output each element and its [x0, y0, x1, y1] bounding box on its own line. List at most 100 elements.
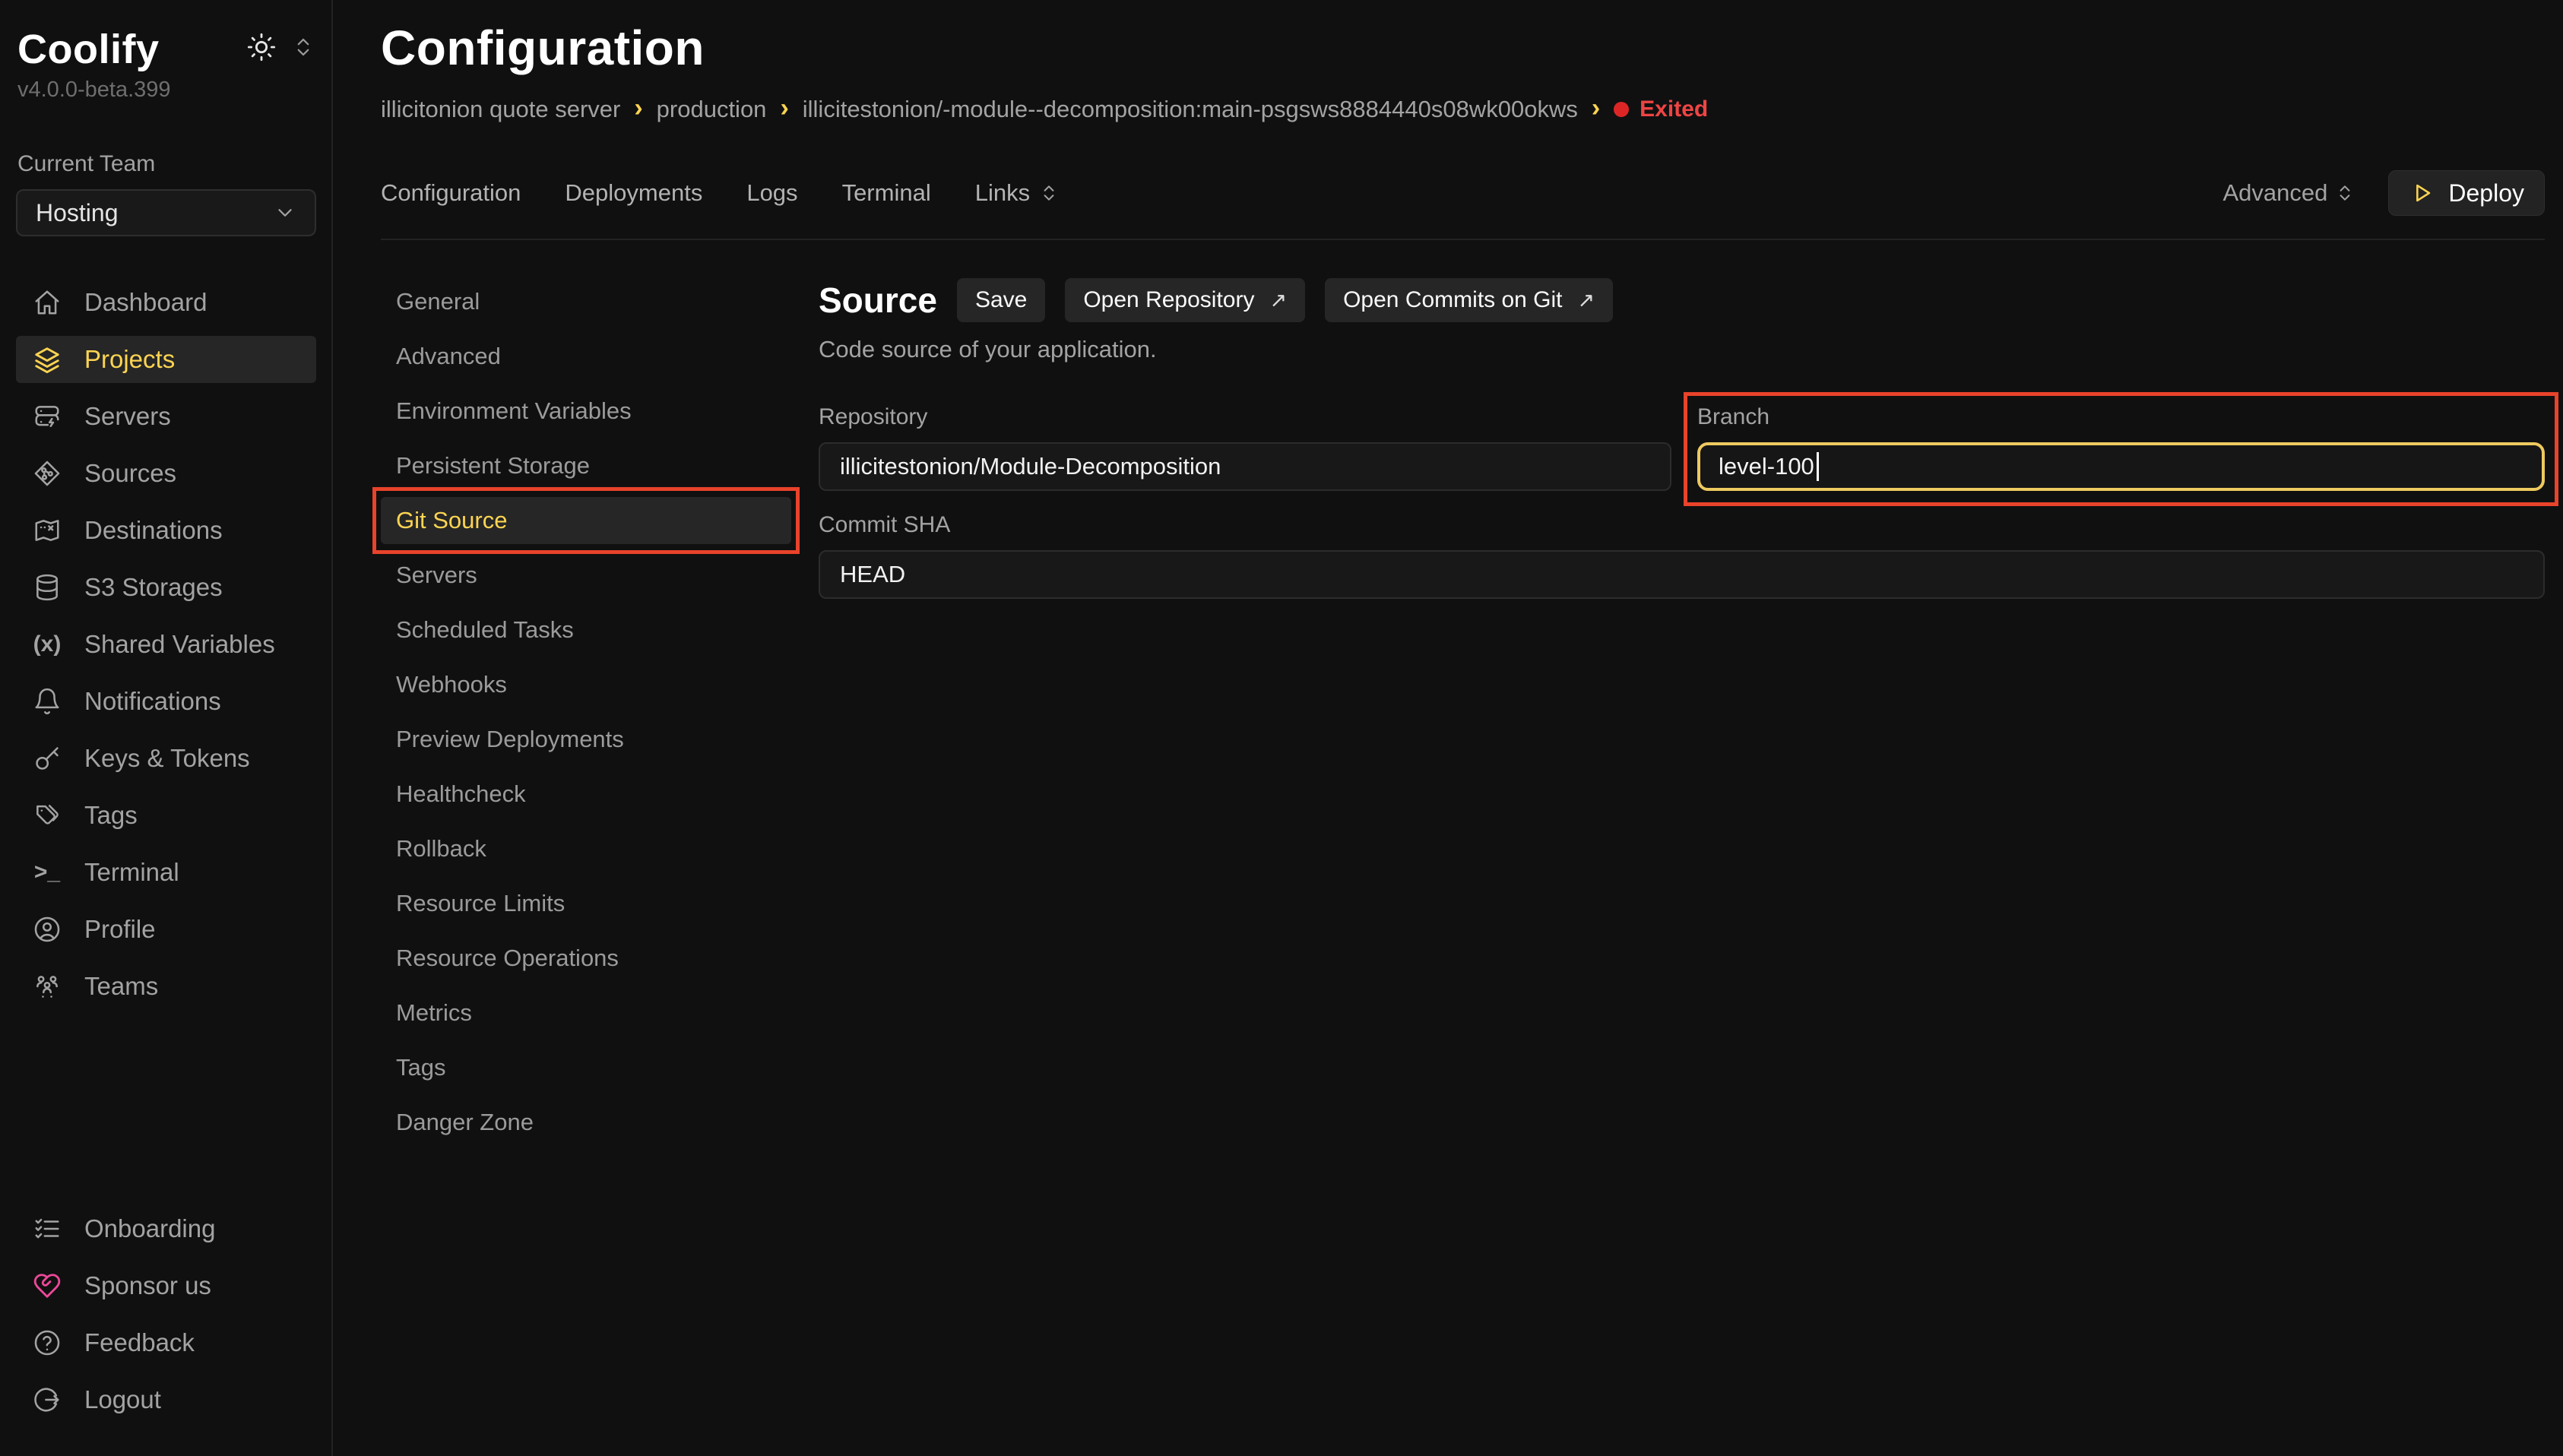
- branch-label: Branch: [1697, 404, 2545, 430]
- subnav-item-resource-limits[interactable]: Resource Limits: [381, 880, 791, 927]
- open-repository-label: Open Repository: [1083, 287, 1254, 313]
- tab-terminal[interactable]: Terminal: [842, 179, 931, 207]
- theme-selector-chevrons-icon[interactable]: [292, 36, 315, 59]
- app-logo[interactable]: Coolify: [17, 26, 160, 73]
- sidebar-item-label: Servers: [84, 402, 171, 431]
- subnav-item-persistent-storage[interactable]: Persistent Storage: [381, 442, 791, 489]
- commit-sha-field: Commit SHA: [819, 512, 2545, 599]
- source-heading: Source: [819, 280, 937, 321]
- sidebar-item-terminal[interactable]: >_ Terminal: [16, 849, 316, 896]
- team-select[interactable]: Hosting: [16, 189, 316, 236]
- external-link-icon: ↗: [1578, 289, 1595, 312]
- sidebar-item-onboarding[interactable]: Onboarding: [16, 1205, 316, 1252]
- subnav-item-healthcheck[interactable]: Healthcheck: [381, 771, 791, 818]
- advanced-toggle[interactable]: Advanced: [2223, 179, 2355, 207]
- theme-sun-icon[interactable]: [246, 32, 277, 62]
- sidebar-item-label: Onboarding: [84, 1214, 215, 1243]
- help-circle-icon: [33, 1328, 62, 1357]
- subnav-item-webhooks[interactable]: Webhooks: [381, 661, 791, 708]
- sidebar-item-label: Sources: [84, 459, 176, 488]
- status-dot-icon: [1614, 102, 1629, 117]
- subnav-item-servers[interactable]: Servers: [381, 552, 791, 599]
- subnav-item-general[interactable]: General: [381, 278, 791, 325]
- source-description: Code source of your application.: [819, 336, 2545, 363]
- sidebar-item-label: Projects: [84, 345, 175, 374]
- open-commits-label: Open Commits on Git: [1343, 287, 1562, 313]
- sidebar-item-projects[interactable]: Projects: [16, 336, 316, 383]
- chevron-down-icon: [274, 201, 296, 224]
- sidebar-item-notifications[interactable]: Notifications: [16, 678, 316, 725]
- subnav-item-metrics[interactable]: Metrics: [381, 989, 791, 1037]
- branch-input[interactable]: level-100: [1697, 442, 2545, 491]
- users-icon: [33, 972, 62, 1001]
- breadcrumb-project[interactable]: illicitonion quote server: [381, 96, 620, 123]
- sidebar-item-s3-storages[interactable]: S3 Storages: [16, 564, 316, 611]
- tab-deployments[interactable]: Deployments: [565, 179, 702, 207]
- open-repository-button[interactable]: Open Repository ↗: [1065, 278, 1305, 322]
- sidebar-item-destinations[interactable]: Destinations: [16, 507, 316, 554]
- sidebar-item-teams[interactable]: Teams: [16, 963, 316, 1010]
- chevrons-up-down-icon: [1039, 183, 1059, 203]
- sidebar-item-label: Dashboard: [84, 288, 207, 317]
- open-commits-button[interactable]: Open Commits on Git ↗: [1325, 278, 1613, 322]
- commit-sha-input[interactable]: [819, 550, 2545, 599]
- play-icon: [2409, 180, 2435, 206]
- chevron-right-icon: ›: [634, 93, 642, 123]
- chevron-right-icon: ›: [1592, 93, 1600, 123]
- subnav-item-environment-variables[interactable]: Environment Variables: [381, 388, 791, 435]
- subnav-item-rollback[interactable]: Rollback: [381, 825, 791, 872]
- tabs-bar: Configuration Deployments Logs Terminal …: [381, 170, 2545, 240]
- terminal-icon: >_: [33, 861, 62, 884]
- deploy-label: Deploy: [2448, 179, 2524, 207]
- sidebar-item-label: Logout: [84, 1385, 161, 1414]
- sidebar-item-profile[interactable]: Profile: [16, 906, 316, 953]
- bell-icon: [33, 687, 62, 716]
- sidebar-item-label: Notifications: [84, 687, 221, 716]
- repository-field: Repository: [819, 404, 1671, 491]
- git-source-panel: Source Save Open Repository ↗ Open Commi…: [819, 278, 2545, 1154]
- advanced-label: Advanced: [2223, 179, 2328, 207]
- status-badge: Exited: [1614, 97, 1708, 122]
- subnav-item-advanced[interactable]: Advanced: [381, 333, 791, 380]
- breadcrumb-environment[interactable]: production: [657, 96, 767, 123]
- sidebar-item-label: Tags: [84, 801, 138, 830]
- sidebar-item-label: Terminal: [84, 858, 179, 887]
- sidebar-item-label: S3 Storages: [84, 573, 223, 602]
- sidebar-item-feedback[interactable]: Feedback: [16, 1319, 316, 1366]
- database-icon: [33, 573, 62, 602]
- sidebar-item-tags[interactable]: Tags: [16, 792, 316, 839]
- repository-input[interactable]: [819, 442, 1671, 491]
- tab-logs[interactable]: Logs: [746, 179, 797, 207]
- sidebar-item-sponsor-us[interactable]: Sponsor us: [16, 1262, 316, 1309]
- sidebar-item-label: Shared Variables: [84, 630, 275, 659]
- chevron-right-icon: ›: [780, 93, 788, 123]
- tab-links[interactable]: Links: [975, 179, 1059, 207]
- sidebar-item-shared-variables[interactable]: (x) Shared Variables: [16, 621, 316, 668]
- subnav-item-scheduled-tasks[interactable]: Scheduled Tasks: [381, 606, 791, 654]
- subnav-item-git-source[interactable]: Git Source: [381, 497, 791, 544]
- sidebar-item-logout[interactable]: Logout: [16, 1376, 316, 1423]
- subnav-item-resource-operations[interactable]: Resource Operations: [381, 935, 791, 982]
- sidebar-item-servers[interactable]: Servers: [16, 393, 316, 440]
- sidebar-item-sources[interactable]: Sources: [16, 450, 316, 497]
- configuration-subnav: General Advanced Environment Variables P…: [381, 278, 791, 1154]
- save-button[interactable]: Save: [957, 278, 1045, 322]
- breadcrumb-resource[interactable]: illicitestonion/-module--decomposition:m…: [803, 96, 1578, 123]
- sidebar-item-dashboard[interactable]: Dashboard: [16, 279, 316, 326]
- repository-label: Repository: [819, 404, 1671, 430]
- subnav-item-tags[interactable]: Tags: [381, 1044, 791, 1091]
- sidebar-item-keys-tokens[interactable]: Keys & Tokens: [16, 735, 316, 782]
- team-select-value: Hosting: [36, 199, 119, 227]
- source-form: Repository Branch level-100 Commit SHA: [819, 404, 2545, 599]
- current-team-label: Current Team: [17, 151, 316, 177]
- tags-icon: [33, 801, 62, 830]
- deploy-button[interactable]: Deploy: [2388, 170, 2545, 216]
- app-version: v4.0.0-beta.399: [17, 78, 316, 103]
- tab-configuration[interactable]: Configuration: [381, 179, 521, 207]
- subnav-item-preview-deployments[interactable]: Preview Deployments: [381, 716, 791, 763]
- text-cursor: [1817, 452, 1819, 481]
- key-icon: [33, 744, 62, 773]
- home-icon: [33, 288, 62, 317]
- subnav-item-danger-zone[interactable]: Danger Zone: [381, 1099, 791, 1146]
- save-label: Save: [975, 287, 1027, 313]
